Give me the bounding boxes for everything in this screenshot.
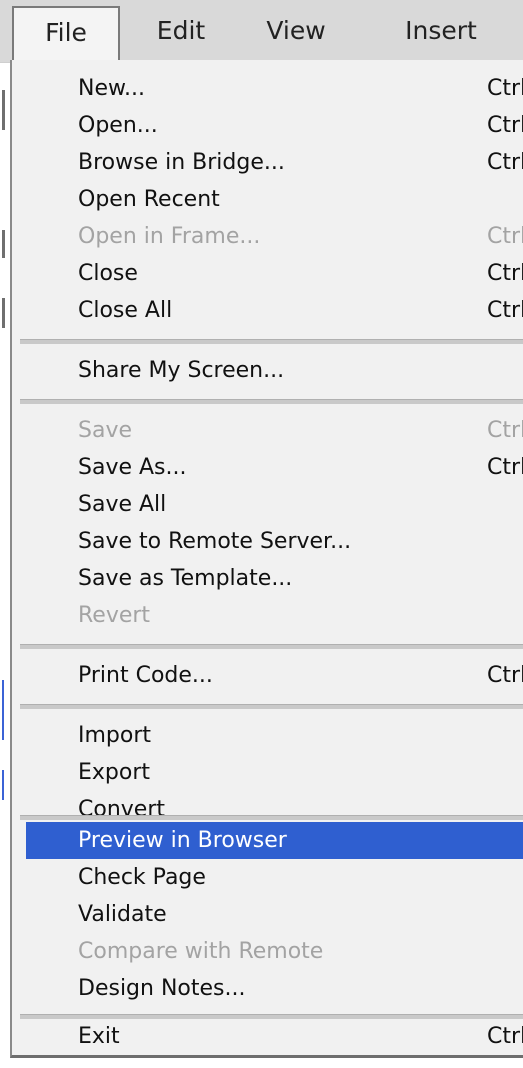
menu-item-close-all[interactable]: Close All Ctrl+Shift+W	[12, 292, 523, 329]
menu-item-check-page[interactable]: Check Page	[12, 859, 523, 896]
menu-bar: File Edit View Insert	[0, 0, 523, 63]
menu-item-share-my-screen[interactable]: Share My Screen...	[12, 352, 523, 389]
menu-item-label: Check Page	[78, 865, 206, 890]
menu-item-preview-in-browser[interactable]: Preview in Browser	[26, 822, 523, 859]
menu-item-revert[interactable]: Revert	[12, 597, 523, 634]
menu-edit[interactable]: Edit	[138, 6, 224, 56]
page-mark	[2, 230, 5, 258]
menu-insert[interactable]: Insert	[376, 6, 506, 56]
menu-separator	[20, 644, 523, 649]
menu-item-save-all[interactable]: Save All	[12, 486, 523, 523]
menu-item-shortcut: Ctrl+W	[487, 261, 523, 286]
menu-item-label: Share My Screen...	[78, 358, 285, 383]
menu-item-design-notes[interactable]: Design Notes...	[12, 970, 523, 1007]
menu-item-export[interactable]: Export	[12, 754, 523, 791]
menu-item-label: Import	[78, 723, 152, 748]
menu-item-label: Print Code...	[78, 663, 213, 688]
menu-item-shortcut: Ctrl+P	[487, 663, 523, 688]
menu-item-shortcut: Ctrl+Alt+O	[487, 150, 523, 175]
menu-item-open-in-frame[interactable]: Open in Frame... Ctrl+Shift+O	[12, 218, 523, 255]
menu-separator	[20, 704, 523, 709]
menu-separator	[20, 339, 523, 344]
menu-item-shortcut: Ctrl+Shift+O	[487, 224, 523, 249]
menu-item-compare-with-remote[interactable]: Compare with Remote	[12, 933, 523, 970]
menu-item-import[interactable]: Import	[12, 717, 523, 754]
menu-separator	[20, 815, 523, 820]
menu-item-validate[interactable]: Validate	[12, 896, 523, 933]
menu-item-label: Open in Frame...	[78, 224, 261, 249]
menu-item-save-to-remote-server[interactable]: Save to Remote Server...	[12, 523, 523, 560]
menu-item-label: Save All	[78, 492, 167, 517]
menu-item-label: Exit	[78, 1024, 120, 1049]
menu-file[interactable]: File	[12, 6, 120, 62]
page-mark	[2, 298, 5, 328]
menu-item-label: Save to Remote Server...	[78, 529, 352, 554]
document-edge	[0, 40, 10, 1068]
menu-item-shortcut: Ctrl+N	[487, 76, 523, 101]
menu-item-shortcut: Ctrl+Shift+W	[487, 298, 523, 323]
menu-item-label: Close	[78, 261, 138, 286]
menu-item-label: Close All	[78, 298, 173, 323]
menu-view[interactable]: View	[246, 6, 346, 56]
menu-item-label: Browse in Bridge...	[78, 150, 285, 175]
menu-item-save[interactable]: Save Ctrl+S	[12, 412, 523, 449]
menu-item-label: Export	[78, 760, 151, 785]
page-mark	[2, 90, 5, 130]
menu-item-label: Design Notes...	[78, 976, 246, 1001]
menu-item-shortcut: Ctrl+Q	[487, 1024, 523, 1049]
menu-item-open-recent[interactable]: Open Recent	[12, 181, 523, 218]
file-menu-dropdown: New... Ctrl+N Open... Ctrl+O Browse in B…	[10, 60, 523, 1058]
menu-item-new[interactable]: New... Ctrl+N	[12, 70, 523, 107]
menu-item-shortcut: Ctrl+O	[487, 113, 523, 138]
menu-item-label: Revert	[78, 603, 151, 628]
menu-item-label: Open...	[78, 113, 158, 138]
page-mark	[2, 680, 4, 740]
menu-item-label: Compare with Remote	[78, 939, 324, 964]
menu-item-label: Validate	[78, 902, 167, 927]
menu-item-label: New...	[78, 76, 145, 101]
menu-item-close[interactable]: Close Ctrl+W	[12, 255, 523, 292]
menu-item-shortcut: Ctrl+Shift+S	[487, 455, 523, 480]
menu-item-label: Open Recent	[78, 187, 220, 212]
menu-item-label: Save	[78, 418, 133, 443]
menu-item-label: Preview in Browser	[78, 828, 287, 853]
menu-item-save-as[interactable]: Save As... Ctrl+Shift+S	[12, 449, 523, 486]
menu-item-open[interactable]: Open... Ctrl+O	[12, 107, 523, 144]
menu-item-browse-in-bridge[interactable]: Browse in Bridge... Ctrl+Alt+O	[12, 144, 523, 181]
menu-item-exit[interactable]: Exit Ctrl+Q	[12, 1018, 523, 1055]
menu-item-print-code[interactable]: Print Code... Ctrl+P	[12, 657, 523, 694]
menu-item-label: Save As...	[78, 455, 187, 480]
menu-item-shortcut: Ctrl+S	[487, 418, 523, 443]
menu-item-save-as-template[interactable]: Save as Template...	[12, 560, 523, 597]
menu-separator	[20, 399, 523, 404]
menu-item-label: Save as Template...	[78, 566, 293, 591]
page-mark	[2, 770, 4, 800]
